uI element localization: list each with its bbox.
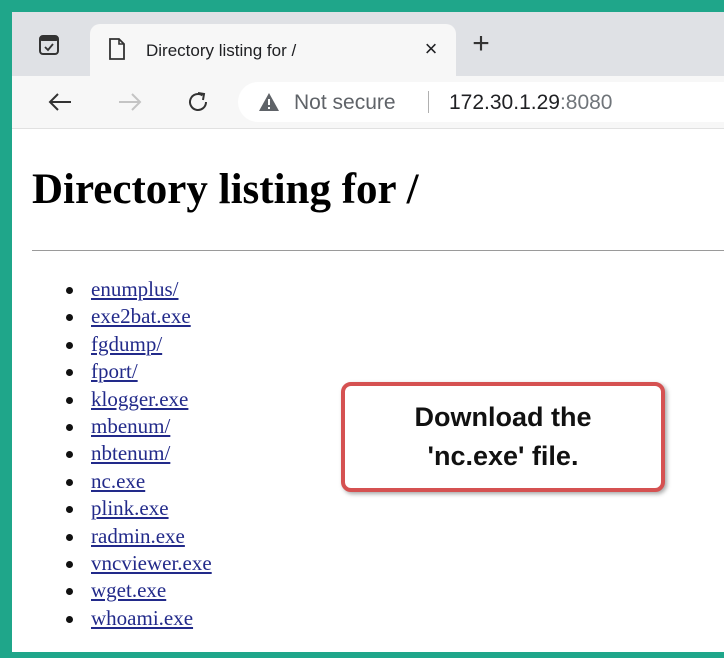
file-list: enumplus/exe2bat.exe fgdump/fport/klogger… (66, 276, 212, 632)
file-link[interactable]: mbenum/ (91, 414, 170, 438)
file-link[interactable]: fgdump/ (91, 332, 162, 356)
file-link[interactable]: enumplus/ (91, 277, 179, 301)
forward-button[interactable] (114, 86, 146, 118)
page-icon (109, 38, 125, 60)
callout-line-1: Download the (414, 402, 592, 432)
url-port: :8080 (559, 91, 613, 114)
callout-box: Download the 'nc.exe' file. (341, 382, 665, 492)
address-separator (428, 91, 429, 113)
divider (32, 250, 724, 251)
file-link[interactable]: vncviewer.exe (91, 551, 212, 575)
back-button[interactable] (44, 86, 76, 118)
tab-strip: Directory listing for / × + (12, 12, 724, 76)
tab-directory-listing[interactable]: Directory listing for / × (90, 24, 456, 76)
close-icon[interactable]: × (420, 37, 442, 61)
list-item: klogger.exe (66, 386, 212, 413)
toolbar: Not secure 172.30.1.29:8080 (12, 76, 724, 129)
list-item: plink.exe (66, 495, 212, 522)
file-link[interactable]: fport/ (91, 359, 138, 383)
address-bar[interactable]: Not secure 172.30.1.29:8080 (238, 82, 724, 122)
file-link[interactable]: wget.exe (91, 578, 166, 602)
page-title: Directory listing for / (32, 166, 419, 213)
list-item: fgdump/ (66, 331, 212, 358)
tab-title: Directory listing for / (146, 41, 297, 60)
list-item: vncviewer.exe (66, 550, 212, 577)
callout-line-2: 'nc.exe' file. (427, 441, 579, 471)
list-item: enumplus/ (66, 276, 212, 303)
url-text[interactable]: 172.30.1.29:8080 (449, 91, 613, 115)
list-item: exe2bat.exe (66, 303, 212, 330)
browser-window: Directory listing for / × + Not secure 1… (12, 12, 724, 652)
list-item: mbenum/ (66, 413, 212, 440)
back-arrow-icon (48, 93, 71, 111)
file-link[interactable]: nc.exe (91, 469, 145, 493)
list-item: nc.exe (66, 468, 212, 495)
list-item: fport/ (66, 358, 212, 385)
tab-actions-button[interactable] (36, 32, 62, 58)
forward-arrow-icon (119, 93, 142, 111)
file-link[interactable]: plink.exe (91, 496, 169, 520)
file-link[interactable]: radmin.exe (91, 524, 185, 548)
file-link[interactable]: nbtenum/ (91, 441, 170, 465)
list-item: wget.exe (66, 577, 212, 604)
file-link[interactable]: whoami.exe (91, 606, 193, 630)
list-item: whoami.exe (66, 605, 212, 632)
new-tab-button[interactable]: + (466, 29, 496, 60)
file-link[interactable]: exe2bat.exe (91, 304, 191, 328)
page-content: Directory listing for / enumplus/exe2bat… (12, 129, 724, 652)
list-item: radmin.exe (66, 523, 212, 550)
file-link[interactable]: klogger.exe (91, 387, 188, 411)
refresh-button[interactable] (182, 86, 214, 118)
security-status[interactable]: Not secure (294, 91, 396, 115)
refresh-icon (189, 92, 207, 111)
tab-actions-icon (39, 35, 59, 55)
warning-icon (259, 93, 279, 111)
url-host: 172.30.1.29 (449, 91, 560, 114)
list-item: nbtenum/ (66, 440, 212, 467)
